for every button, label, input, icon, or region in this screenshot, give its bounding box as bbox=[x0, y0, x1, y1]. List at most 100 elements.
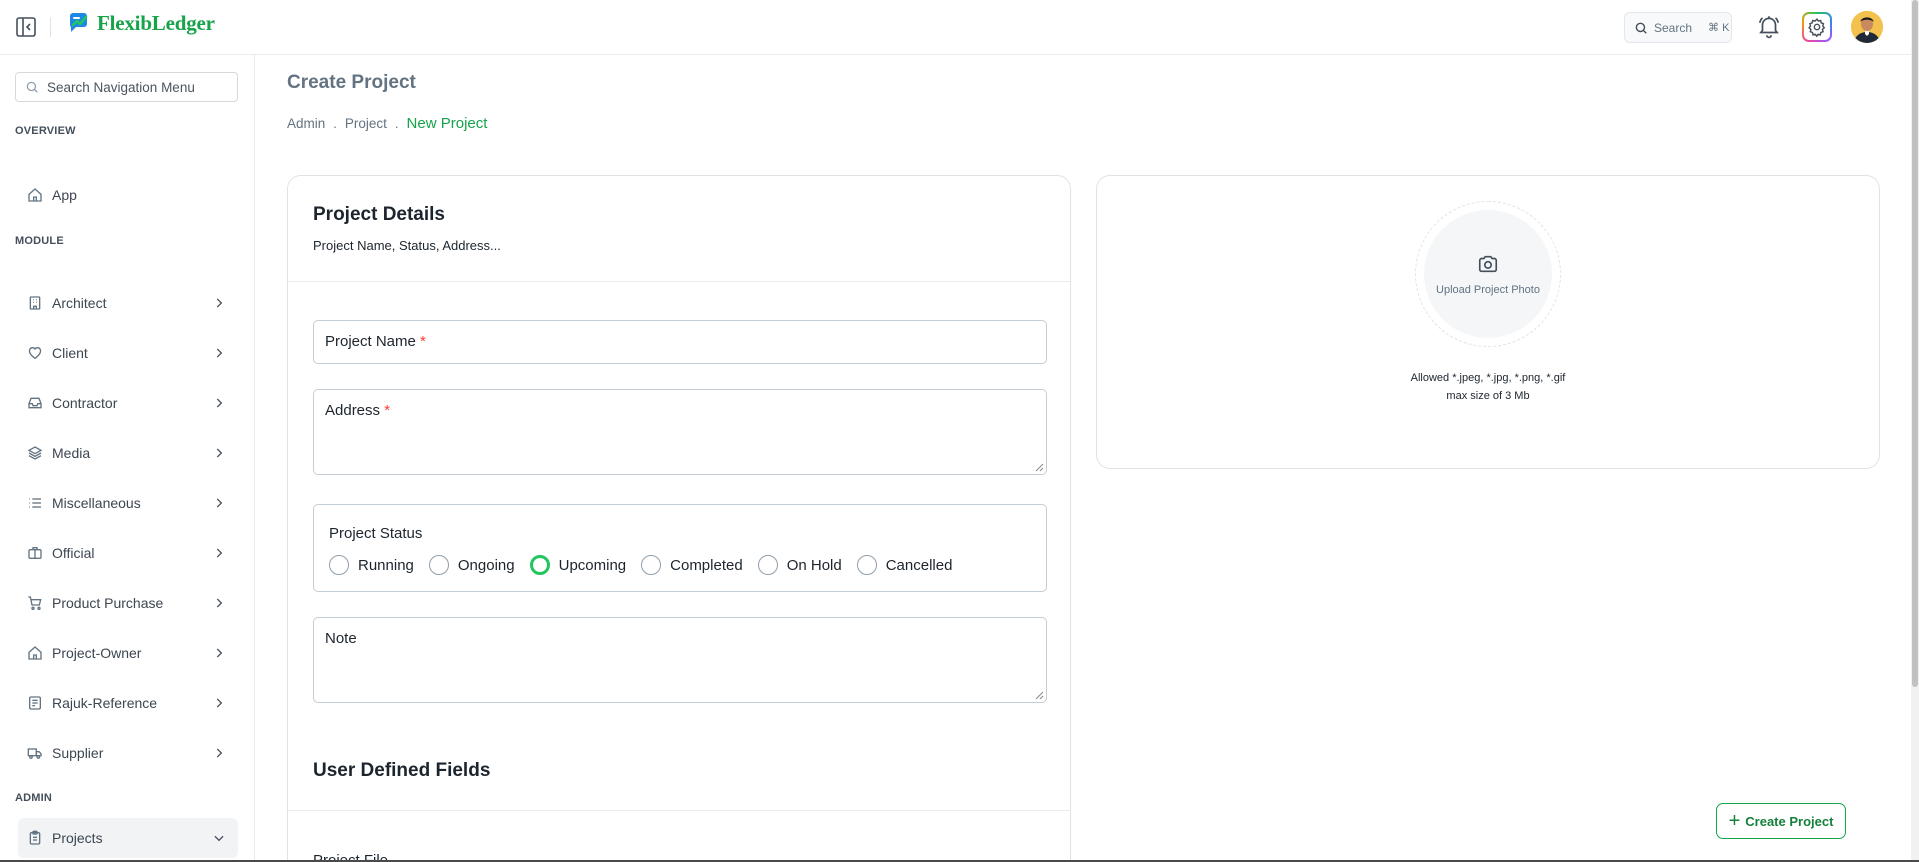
sidebar-item-label: Contractor bbox=[52, 395, 118, 411]
avatar[interactable] bbox=[1851, 11, 1883, 43]
sidebar: Search Navigation Menu OVERVIEW App MODU… bbox=[0, 55, 255, 862]
upload-photo-label: Upload Project Photo bbox=[1436, 283, 1540, 296]
status-radio-upcoming[interactable]: Upcoming bbox=[529, 555, 627, 575]
sidebar-item-rajuk-reference[interactable]: Rajuk-Reference bbox=[18, 683, 238, 723]
chevron-right-icon bbox=[216, 648, 223, 658]
inbox-icon bbox=[27, 395, 43, 411]
list-icon bbox=[27, 495, 43, 511]
max-size-text: max size of 3 Mb bbox=[1446, 390, 1530, 402]
chevron-right-icon bbox=[216, 698, 223, 708]
app-name: FlexibLedger bbox=[97, 10, 215, 35]
chevron-right-icon bbox=[216, 298, 223, 308]
sidebar-item-product-purchase[interactable]: Product Purchase bbox=[18, 583, 238, 623]
sidebar-item-label: Rajuk-Reference bbox=[52, 695, 158, 711]
chevron-right-icon bbox=[216, 398, 223, 408]
radio-label: Ongoing bbox=[457, 556, 515, 574]
logo-icon bbox=[70, 13, 88, 32]
sidebar-item-label: Projects bbox=[52, 830, 103, 846]
radio-label: Running bbox=[358, 556, 414, 574]
create-project-label: Create Project bbox=[1745, 813, 1834, 829]
project-status-legend: Project Status bbox=[329, 525, 423, 542]
radio-label: Upcoming bbox=[558, 556, 627, 574]
project-details-card: Project Details Project Name, Status, Ad… bbox=[287, 175, 1071, 862]
sidebar-item-client[interactable]: Client bbox=[18, 333, 238, 373]
bell-icon[interactable] bbox=[1756, 13, 1782, 44]
project-name-field[interactable]: Project Name * bbox=[313, 320, 1047, 364]
chevron-down-icon bbox=[214, 835, 224, 842]
nav-search-placeholder: Search Navigation Menu bbox=[47, 79, 195, 95]
breadcrumb-separator: . bbox=[333, 116, 337, 131]
briefcase-icon bbox=[27, 545, 43, 561]
resize-handle-icon[interactable] bbox=[1035, 691, 1044, 700]
status-radio-cancelled[interactable]: Cancelled bbox=[856, 555, 953, 575]
cart-icon bbox=[27, 595, 43, 611]
sidebar-item-label: Client bbox=[52, 345, 88, 361]
radio-unchecked-icon bbox=[428, 555, 449, 575]
top-header: FlexibLedger Search ⌘ K bbox=[0, 0, 1911, 55]
required-mark: * bbox=[420, 333, 426, 350]
resize-handle-icon[interactable] bbox=[1035, 463, 1044, 472]
app-logo[interactable]: FlexibLedger bbox=[67, 10, 215, 36]
sidebar-item-label: Product Purchase bbox=[52, 595, 164, 611]
breadcrumb: Admin . Project . New Project bbox=[287, 115, 487, 132]
sidebar-item-official[interactable]: Official bbox=[18, 533, 238, 573]
gear-icon bbox=[1808, 17, 1826, 37]
global-search-button[interactable]: Search ⌘ K bbox=[1624, 12, 1732, 43]
admin-heading: ADMIN bbox=[15, 792, 53, 804]
sidebar-item-project-owner[interactable]: Project-Owner bbox=[18, 633, 238, 673]
sidebar-item-app[interactable]: App bbox=[18, 175, 238, 215]
status-radio-completed[interactable]: Completed bbox=[641, 555, 743, 575]
allowed-formats-text: Allowed *.jpeg, *.jpg, *.png, *.gif bbox=[1410, 372, 1566, 384]
settings-button[interactable] bbox=[1802, 12, 1832, 42]
sidebar-item-architect[interactable]: Architect bbox=[18, 283, 238, 323]
status-radio-running[interactable]: Running bbox=[329, 555, 414, 575]
sidebar-item-miscellaneous[interactable]: Miscellaneous bbox=[18, 483, 238, 523]
page-scrollbar-thumb[interactable] bbox=[1912, 0, 1918, 687]
heart-icon bbox=[27, 345, 43, 361]
page-title: Create Project bbox=[287, 72, 416, 93]
sidebar-item-projects[interactable]: Projects bbox=[18, 818, 238, 858]
photo-upload-dropzone[interactable]: Upload Project Photo bbox=[1415, 201, 1561, 347]
sidebar-item-label: Official bbox=[52, 545, 95, 561]
sidebar-item-media[interactable]: Media bbox=[18, 433, 238, 473]
note-field[interactable]: Note bbox=[313, 617, 1047, 703]
divider bbox=[288, 281, 1070, 282]
search-shortcut: ⌘ K bbox=[1708, 22, 1730, 34]
status-radio-ongoing[interactable]: Ongoing bbox=[428, 555, 515, 575]
chevron-right-icon bbox=[216, 448, 223, 458]
create-project-button[interactable]: + Create Project bbox=[1716, 803, 1846, 839]
radio-label: Cancelled bbox=[885, 556, 953, 574]
sidebar-item-label: Media bbox=[52, 445, 91, 461]
project-name-label: Project Name bbox=[325, 333, 416, 350]
nav-search-input[interactable]: Search Navigation Menu bbox=[15, 72, 238, 102]
sidebar-item-label: Supplier bbox=[52, 745, 104, 761]
project-photo-card: Upload Project Photo Allowed *.jpeg, *.j… bbox=[1096, 175, 1880, 469]
chevron-right-icon bbox=[216, 748, 223, 758]
home-icon bbox=[27, 187, 43, 203]
divider bbox=[288, 810, 1070, 811]
sidebar-item-contractor[interactable]: Contractor bbox=[18, 383, 238, 423]
section-title-user-defined-fields: User Defined Fields bbox=[313, 760, 491, 781]
search-icon bbox=[1635, 22, 1647, 34]
status-radio-on-hold[interactable]: On Hold bbox=[757, 555, 842, 575]
breadcrumb-admin[interactable]: Admin bbox=[287, 116, 325, 131]
chevron-right-icon bbox=[216, 548, 223, 558]
address-field[interactable]: Address * bbox=[313, 389, 1047, 475]
breadcrumb-project[interactable]: Project bbox=[345, 116, 387, 131]
section-subtitle: Project Name, Status, Address... bbox=[313, 238, 501, 253]
home-icon bbox=[27, 645, 43, 661]
breadcrumb-separator: . bbox=[394, 116, 399, 131]
radio-unchecked-icon bbox=[329, 555, 349, 575]
address-label: Address bbox=[325, 402, 381, 419]
radio-checked-icon bbox=[529, 555, 550, 575]
chevron-right-icon bbox=[216, 348, 223, 358]
header-divider bbox=[50, 17, 51, 37]
radio-unchecked-icon bbox=[856, 555, 877, 575]
ledger-icon bbox=[27, 695, 43, 711]
radio-unchecked-icon bbox=[641, 555, 662, 575]
chevron-right-icon bbox=[216, 498, 223, 508]
sidebar-item-supplier[interactable]: Supplier bbox=[18, 733, 238, 773]
search-icon bbox=[26, 81, 38, 93]
project-status-group: Project Status Running Ongoing Upcoming … bbox=[313, 504, 1047, 592]
sidebar-collapse-icon[interactable] bbox=[14, 15, 38, 39]
